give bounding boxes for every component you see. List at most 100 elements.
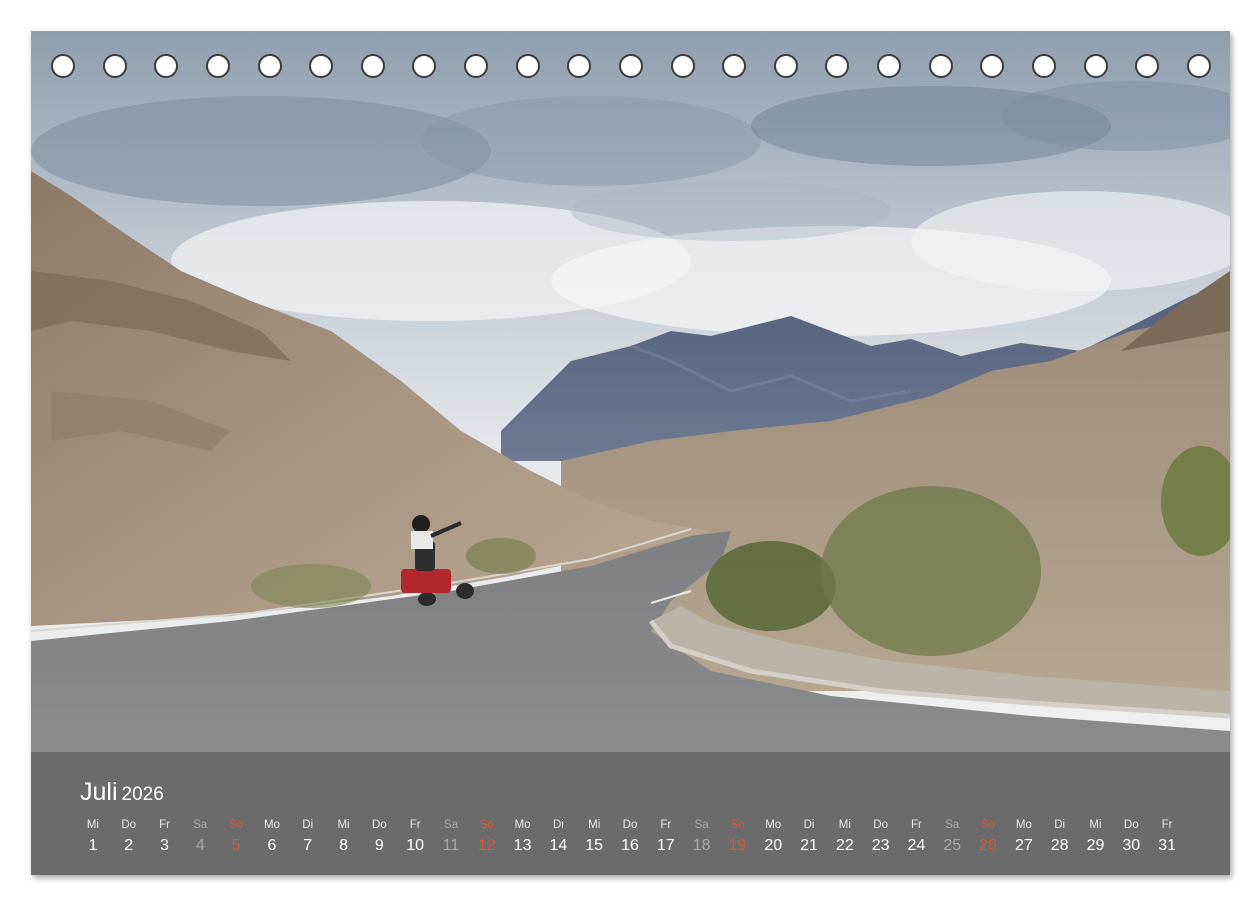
weekday-label: Do [121,819,137,831]
day-column: Fr 17 [648,816,684,858]
day-column: So 19 [720,816,756,858]
day-number: 16 [621,837,639,854]
binding-hole [257,54,282,78]
binding-hole [1186,54,1211,78]
binding-hole [722,54,747,78]
day-column: Sa 25 [934,816,970,858]
binding-hole [773,54,798,78]
weekday-label: Fr [911,819,922,831]
day-column: Mo 6 [254,816,290,858]
calendar-page: Juli 2026 Mi 1 Do 2 Fr 3 Sa 4 So 5 Mo 6 Di 7 Mi 8 Do 9 Fr 10… [31,31,1230,875]
day-column: Do 2 [111,816,147,858]
day-column: Di 14 [540,816,576,858]
weekday-label: Sa [443,819,458,831]
weekday-label: Fr [159,819,170,831]
day-column: Mi 8 [326,816,362,858]
day-number: 9 [374,837,384,854]
weekday-label: So [479,819,494,831]
weekday-label: Mo [765,819,782,831]
weekday-label: Mo [514,819,531,831]
spiral-binding [51,54,1211,80]
day-number: 25 [943,837,962,854]
day-number: 10 [406,837,425,854]
day-column: So 12 [469,816,505,858]
day-column: Di 21 [791,816,827,858]
weekday-label: Di [1054,819,1066,831]
day-number: 4 [195,837,205,854]
day-number: 12 [477,837,496,854]
month-name: Juli [80,778,118,806]
weekday-label: Mo [263,819,280,831]
weekday-label: So [981,819,996,831]
weekday-label: Fr [660,819,672,831]
weekday-label: Mo [1015,819,1032,831]
day-column: Mo 27 [1006,816,1042,858]
weekday-label: Do [371,819,387,831]
weekday-label: So [229,819,244,831]
day-number: 8 [339,837,348,854]
day-number: 26 [979,837,997,854]
day-column: Mo 20 [755,816,791,858]
day-column: Do 9 [361,816,397,858]
day-column: So 26 [970,816,1006,858]
day-number: 1 [88,837,98,854]
weekday-label: Do [1123,819,1139,831]
binding-hole [360,54,385,78]
day-number: 23 [871,837,890,854]
day-number: 17 [656,837,675,854]
weekday-label: Fr [1161,819,1173,831]
weekday-label: So [730,819,745,831]
binding-hole [309,54,334,78]
day-number: 3 [160,837,169,854]
calendar-band: Juli 2026 Mi 1 Do 2 Fr 3 Sa 4 So 5 Mo 6 Di 7 Mi 8 Do 9 Fr 10… [31,752,1230,875]
binding-hole [618,54,643,78]
day-number: 7 [303,837,313,854]
day-column: Di 7 [290,816,326,858]
day-number: 18 [692,837,711,854]
day-column: Mi 22 [827,816,863,858]
weekday-label: Di [302,819,314,831]
weekday-label: Do [873,819,888,831]
binding-hole [154,54,179,78]
day-number: 14 [549,837,568,854]
day-column: Fr 31 [1149,816,1185,858]
binding-hole [928,54,953,78]
day-number: 19 [728,837,747,854]
weekday-label: Mi [588,819,601,831]
binding-hole [515,54,540,78]
day-number: 21 [800,837,818,854]
weekday-label: Fr [409,819,421,831]
weekday-label: Sa [945,819,960,831]
day-number: 30 [1122,837,1141,854]
day-column: Do 30 [1113,816,1149,858]
binding-hole [412,54,437,78]
day-column: Sa 11 [433,816,469,858]
day-column: Mi 15 [576,816,612,858]
binding-hole [877,54,901,78]
weekday-label: Di [803,819,815,831]
weekday-label: Sa [694,819,709,831]
day-column: Mi 1 [75,816,111,858]
day-column: Fr 24 [899,816,935,858]
day-number: 27 [1014,837,1033,854]
day-column: Sa 4 [182,816,218,858]
day-number: 6 [267,837,277,854]
day-column: So 5 [218,816,254,858]
day-number: 15 [585,837,604,854]
weekday-label: Mi [337,819,350,831]
binding-hole [980,54,1005,78]
weekday-label: Sa [193,819,208,831]
day-number: 5 [231,837,241,854]
day-column: Do 23 [863,816,899,858]
binding-hole [102,54,127,78]
binding-hole [205,54,230,78]
day-number: 11 [442,837,460,854]
weekday-label: Mi [838,819,851,831]
day-column: Fr 10 [397,816,433,858]
day-number: 20 [764,837,783,854]
weekday-label: Mi [1089,819,1102,831]
month-title: Juli 2026 [80,778,164,807]
month-year: 2026 [121,784,164,805]
day-number: 31 [1158,837,1176,854]
binding-hole [567,54,592,78]
